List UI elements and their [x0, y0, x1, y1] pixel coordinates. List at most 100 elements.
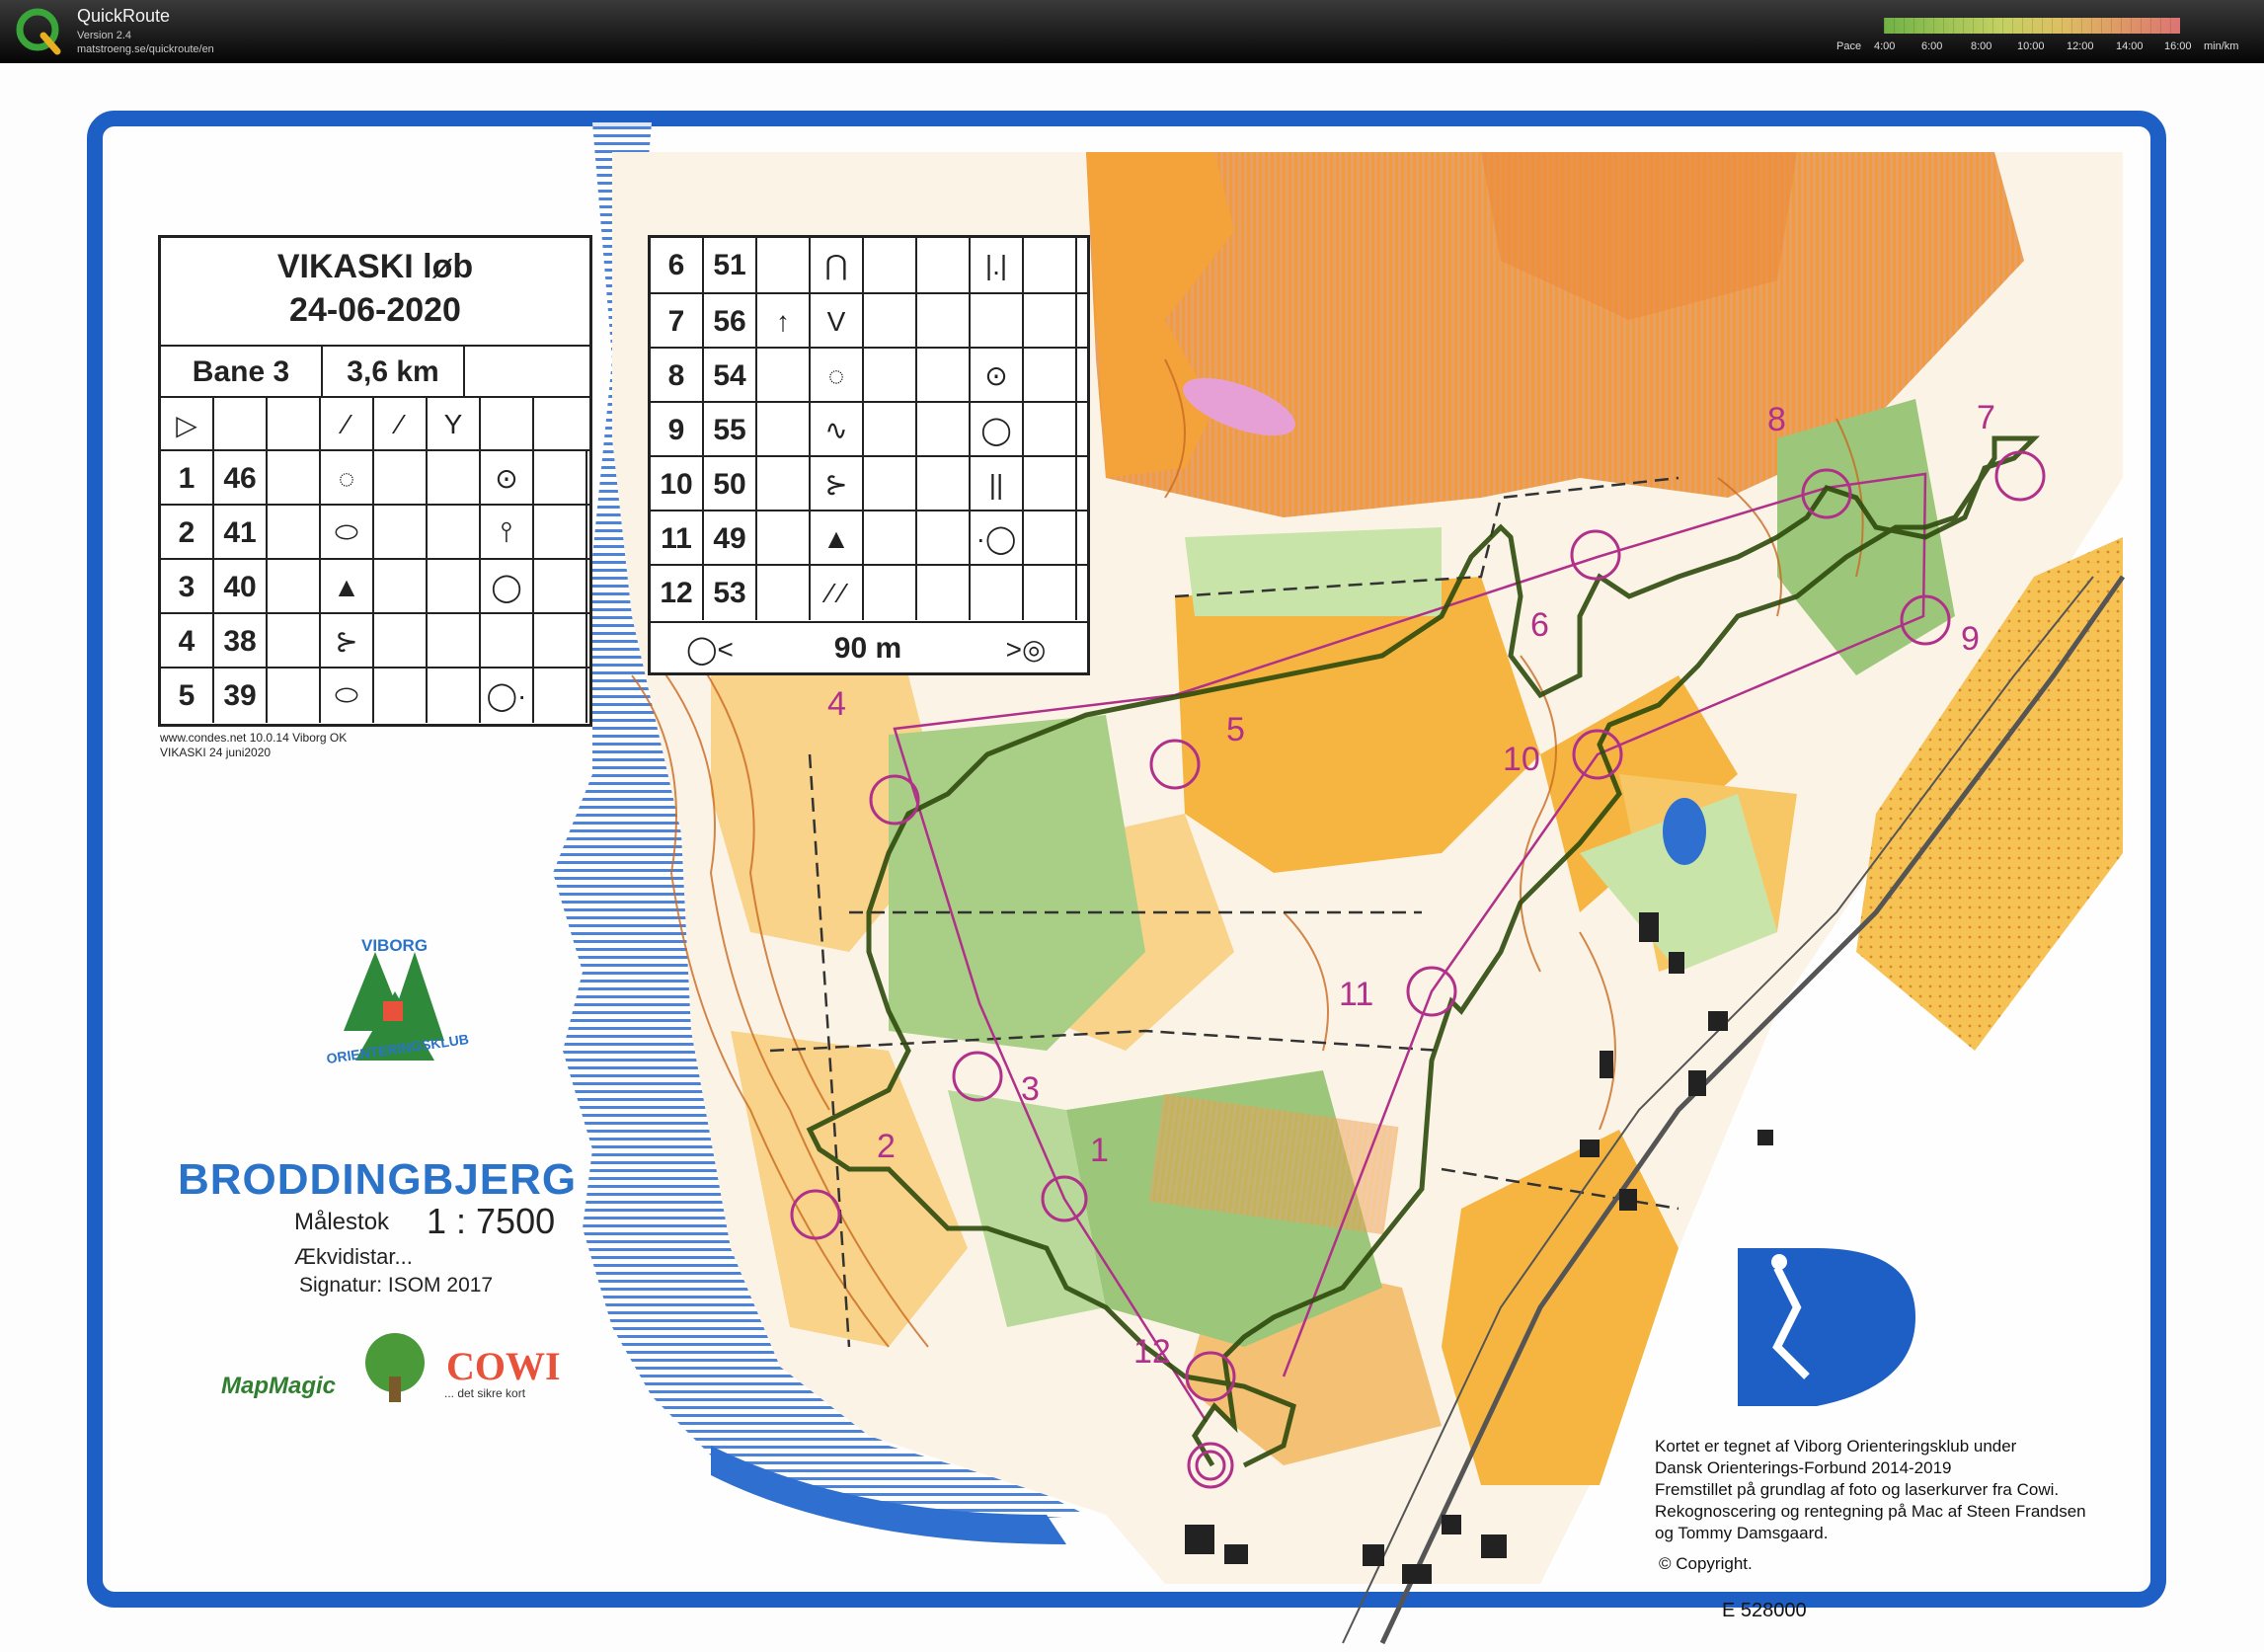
- control-code: 49: [704, 511, 757, 566]
- control-seq: 5: [161, 669, 214, 723]
- pace-tick: 6:00: [1921, 40, 1943, 52]
- pace-label: Pace: [1836, 40, 1862, 52]
- feature-icon: ⬭: [321, 669, 374, 723]
- control-seq: 6: [651, 238, 704, 292]
- control-seq: 2: [161, 506, 214, 560]
- control-code: 54: [704, 349, 757, 403]
- control-number-1: 1: [1090, 1132, 1109, 1169]
- pace-tick: 12:00: [2067, 40, 2094, 52]
- pace-tick: 16:00: [2164, 40, 2192, 52]
- control-row: 8 54 ◌ ⊙: [651, 347, 1087, 403]
- map-name: BRODDINGBJERG: [178, 1155, 578, 1204]
- control-code: 38: [214, 614, 268, 669]
- control-row: 9 55 ∿ ◯: [651, 401, 1087, 457]
- control-description-table: VIKASKI løb 24-06-2020 Bane 3 3,6 km ▷ ⁄…: [158, 235, 592, 727]
- control-number-5: 5: [1226, 711, 1245, 748]
- signature-label: Signatur: ISOM 2017: [299, 1274, 494, 1297]
- location-icon: ⊙: [971, 349, 1024, 403]
- location-icon: ·◯: [971, 511, 1024, 566]
- control-row: 11 49 ▲ ·◯: [651, 510, 1087, 566]
- feature-icon: ⊱: [811, 457, 864, 511]
- control-number-3: 3: [1021, 1070, 1040, 1108]
- pace-tick: 10:00: [2017, 40, 2045, 52]
- footer-line: VIKASKI 24 juni2020: [160, 746, 272, 759]
- control-seq: 12: [651, 566, 704, 620]
- control-seq: 4: [161, 614, 214, 669]
- direction-icon: [757, 403, 811, 457]
- scale-label: Målestok: [294, 1209, 390, 1235]
- club-name-top: VIBORG: [361, 936, 429, 955]
- quickroute-logo-icon: [16, 8, 61, 55]
- control-code: 41: [214, 506, 268, 560]
- control-code: 50: [704, 457, 757, 511]
- copyright: © Copyright.: [1659, 1554, 1753, 1573]
- direction-icon: [757, 511, 811, 566]
- control-code: 39: [214, 669, 268, 723]
- easting-label: E 528000: [1722, 1600, 1807, 1621]
- control-code: 55: [704, 403, 757, 457]
- control-row: 10 50 ⊱ ||: [651, 455, 1087, 511]
- location-icon: ⊙: [481, 451, 534, 506]
- direction-icon: [268, 614, 321, 669]
- location-icon: [971, 566, 1024, 620]
- control-row: 12 53 ⁄ ⁄: [651, 564, 1087, 620]
- location-icon: ⫯: [481, 506, 534, 560]
- pace-tick: 8:00: [1971, 40, 1992, 52]
- course-length: 3,6 km: [323, 347, 465, 398]
- direction-icon: ↑: [757, 294, 811, 349]
- direction-icon: [268, 506, 321, 560]
- direction-icon: [757, 457, 811, 511]
- app-url[interactable]: matstroeng.se/quickroute/en: [77, 43, 214, 55]
- equidistance-label: Ækvidistar...: [294, 1244, 413, 1269]
- location-icon: ◯: [481, 560, 534, 614]
- control-row: 5 39 ⬭ ◯·: [161, 667, 589, 723]
- control-seq: 9: [651, 403, 704, 457]
- location-icon: ◯: [971, 403, 1024, 457]
- feature-icon: ▲: [811, 511, 864, 566]
- start-row: ▷ ⁄ ⁄ Y: [161, 396, 589, 451]
- control-seq: 10: [651, 457, 704, 511]
- app-version: Version 2.4: [77, 30, 132, 41]
- control-row: 7 56 ↑ V: [651, 292, 1087, 349]
- direction-icon: [268, 451, 321, 506]
- control-code: 51: [704, 238, 757, 292]
- control-number-2: 2: [877, 1128, 896, 1165]
- path-icon: ⁄: [374, 398, 428, 451]
- map-canvas[interactable]: 1 2 3 4 5 6 7 8 9 10 11 12 VIKASKI løb 2…: [0, 63, 2264, 1652]
- control-code: 56: [704, 294, 757, 349]
- location-icon: ◯·: [481, 669, 534, 723]
- control-number-8: 8: [1767, 401, 1786, 438]
- control-row: 1 46 ◌ ⊙: [161, 449, 589, 506]
- direction-icon: [757, 238, 811, 292]
- pace-tick: 4:00: [1874, 40, 1896, 52]
- control-number-9: 9: [1961, 620, 1980, 658]
- control-number-4: 4: [827, 685, 846, 723]
- cowi-tagline: ... det sikre kort: [444, 1386, 526, 1400]
- map-credits: Kortet er tegnet af Viborg Orienteringsk…: [1655, 1437, 2086, 1542]
- direction-icon: [268, 669, 321, 723]
- feature-icon: ⋂: [811, 238, 864, 292]
- control-description-table-2: 6 51 ⋂ |.| 7 56 ↑ V 8 54 ◌ ⊙ 9 55 ∿ ◯ 10 50 ⊱ || 11 49 ▲ ·◯ 12 53…: [648, 235, 1090, 675]
- pace-legend: Pace 4:00 6:00 8:00 10:00 12:00 14:00 16…: [1836, 16, 2261, 59]
- feature-icon: ◌: [321, 451, 374, 506]
- event-date: 24-06-2020: [289, 291, 461, 329]
- feature-icon: ⁄ ⁄: [811, 566, 864, 620]
- mapmagic-wordmark: MapMagic: [221, 1373, 337, 1399]
- footer-line: www.condes.net 10.0.14 Viborg OK: [160, 731, 348, 745]
- pace-tick: 14:00: [2116, 40, 2144, 52]
- app-name: QuickRoute: [77, 6, 171, 26]
- course-name: Bane 3: [161, 347, 323, 398]
- direction-icon: [757, 566, 811, 620]
- control-code: 53: [704, 566, 757, 620]
- control-number-11: 11: [1339, 976, 1373, 1013]
- direction-icon: [268, 560, 321, 614]
- event-title: VIKASKI løb: [276, 248, 474, 285]
- control-row: 2 41 ⬭ ⫯: [161, 504, 589, 560]
- description-footer: www.condes.net 10.0.14 Viborg OK VIKASKI…: [160, 731, 347, 760]
- feature-icon: ⊱: [321, 614, 374, 669]
- location-icon: [971, 294, 1024, 349]
- course-header-row: Bane 3 3,6 km: [161, 345, 589, 398]
- control-code: 46: [214, 451, 268, 506]
- scale-value: 1 : 7500: [427, 1201, 556, 1241]
- control-code: 40: [214, 560, 268, 614]
